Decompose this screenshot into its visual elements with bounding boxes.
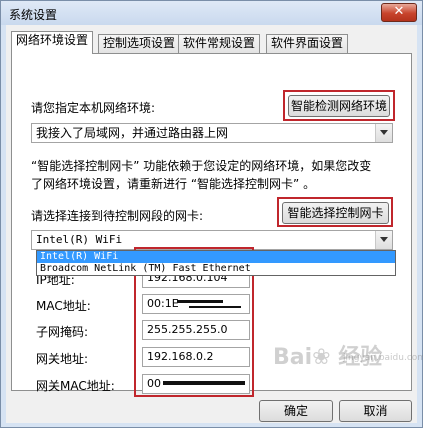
watermark-url: jingyan.baidu.com: [343, 353, 423, 363]
gateway-mac-field[interactable]: 00: [142, 374, 250, 394]
notice-line-1: “智能选择控制网卡” 功能依赖于您设定的网络环境，如果您改变: [31, 159, 372, 173]
tab-interface-settings[interactable]: 软件界面设置: [266, 34, 349, 53]
subnet-mask-label: 子网掩码:: [36, 325, 89, 339]
dropdown-arrow-icon[interactable]: [375, 231, 392, 249]
mac-field[interactable]: 00:1E: [142, 294, 250, 314]
gateway-field[interactable]: 192.168.0.2: [142, 347, 250, 367]
redaction-mark: [177, 300, 223, 303]
tab-general-settings[interactable]: 软件常规设置: [178, 34, 261, 53]
gateway-mac-value: 00: [147, 377, 161, 390]
settings-window: 系统设置 ✕ 网络环境设置 控制选项设置 软件常规设置 软件界面设置 请您指定本…: [0, 0, 423, 428]
network-env-prompt: 请您指定本机网络环境:: [31, 101, 156, 115]
redaction-mark: [189, 306, 241, 308]
mac-label: MAC地址:: [36, 299, 91, 313]
notice-line-2: 了网络环境设置，请重新进行 “智能选择控制网卡” 。: [31, 177, 316, 191]
redaction-mark: [163, 381, 245, 385]
nic-select[interactable]: Intel(R) WiFi: [31, 230, 393, 250]
tab-network-env[interactable]: 网络环境设置: [11, 31, 94, 54]
ok-button[interactable]: 确定: [259, 400, 333, 422]
detect-network-button[interactable]: 智能检测网络环境: [288, 95, 390, 117]
close-button[interactable]: ✕: [381, 3, 417, 22]
gateway-mac-label: 网关MAC地址:: [36, 379, 115, 393]
nic-select-value: Intel(R) WiFi: [36, 233, 123, 246]
dropdown-arrow-icon[interactable]: [375, 124, 392, 142]
window-title: 系统设置: [9, 8, 58, 22]
network-env-select-value: 我接入了局域网，并通过路由器上网: [36, 126, 229, 140]
nic-prompt: 请选择连接到待控制网段的网卡:: [31, 209, 204, 223]
select-nic-button[interactable]: 智能选择控制网卡: [282, 202, 389, 224]
tab-control-options[interactable]: 控制选项设置: [98, 34, 181, 53]
title-bar[interactable]: 系统设置 ✕: [1, 1, 422, 25]
nic-option[interactable]: Intel(R) WiFi: [37, 251, 395, 263]
network-env-select[interactable]: 我接入了局域网，并通过路由器上网: [31, 123, 393, 143]
cancel-button[interactable]: 取消: [339, 400, 412, 422]
gateway-label: 网关地址:: [36, 352, 89, 366]
nic-dropdown-list[interactable]: Intel(R) WiFi Broadcom NetLink (TM) Fast…: [36, 250, 396, 276]
nic-option[interactable]: Broadcom NetLink (TM) Fast Ethernet: [37, 263, 395, 275]
mac-value: 00:1E: [147, 297, 179, 310]
subnet-mask-field[interactable]: 255.255.255.0: [142, 320, 250, 340]
